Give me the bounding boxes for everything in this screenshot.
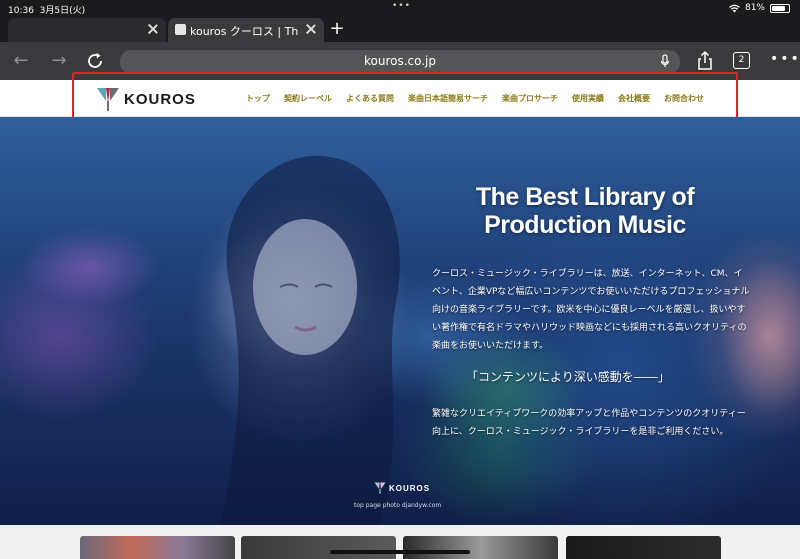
home-indicator — [330, 550, 470, 554]
hero-catchphrase: 「コンテンツにより深い感動を――」 — [466, 370, 670, 384]
hero-logo-text: KOUROS — [389, 483, 431, 493]
content-thumbnail[interactable] — [80, 536, 235, 559]
browser-toolbar: ← → kouros.co.jp 2 ••• — [0, 42, 800, 80]
nav-usage[interactable]: 使用実績 — [572, 93, 604, 104]
hero-logo: KOUROS — [374, 480, 430, 496]
close-tab-icon[interactable] — [146, 22, 160, 36]
nav-japanese-search[interactable]: 楽曲日本語簡易サーチ — [408, 93, 488, 104]
site-header: KOUROS トップ 契約レーベル よくある質問 楽曲日本語簡易サーチ 楽曲プロ… — [0, 80, 800, 117]
logo-text: KOUROS — [124, 90, 196, 108]
hero-description-2: 繁雑なクリエイティブワークの効率アップと作品やコンテンツのクオリティー向上に、ク… — [432, 409, 746, 437]
battery-icon — [770, 3, 790, 13]
nav-labels[interactable]: 契約レーベル — [284, 93, 332, 104]
microphone-icon[interactable] — [660, 54, 670, 70]
site-nav: トップ 契約レーベル よくある質問 楽曲日本語簡易サーチ 楽曲プロサーチ 使用実… — [246, 93, 704, 104]
nav-top[interactable]: トップ — [246, 93, 270, 104]
hero-section: The Best Library of Production Music クーロ… — [0, 117, 800, 525]
forward-arrow-icon[interactable]: → — [47, 50, 71, 72]
tab-title: kouros クーロス | The Best Library of Produc… — [190, 25, 298, 38]
kouros-favicon-icon — [175, 24, 186, 35]
nav-company[interactable]: 会社概要 — [618, 93, 650, 104]
nav-contact[interactable]: お問合わせ — [664, 93, 704, 104]
multitask-dots-icon[interactable]: ••• — [392, 1, 411, 11]
more-options-icon[interactable]: ••• — [770, 52, 800, 66]
content-thumbnail[interactable] — [241, 536, 396, 559]
smoke-decoration — [20, 227, 160, 307]
reload-icon[interactable] — [84, 50, 106, 72]
close-tab-icon[interactable] — [304, 22, 318, 36]
battery-percent: 81% — [744, 3, 765, 13]
hero-portrait — [220, 155, 400, 525]
back-arrow-icon[interactable]: ← — [9, 50, 33, 72]
tab-bar: kouros クーロス | The Best Library of Produc… — [0, 16, 800, 42]
tab-blank[interactable] — [8, 18, 166, 42]
new-tab-icon[interactable]: + — [328, 20, 346, 38]
share-icon[interactable] — [694, 50, 716, 72]
kouros-logo[interactable]: KOUROS — [96, 85, 196, 113]
kouros-logo-icon — [97, 88, 119, 111]
hero-title: The Best Library of Production Music — [475, 183, 695, 239]
wifi-icon — [729, 4, 740, 12]
hero-description: クーロス・ミュージック・ライブラリーは、放送、インターネット、CM、イベント、企… — [432, 269, 750, 351]
photo-credit: top page photo djandyw.com — [354, 502, 442, 509]
url-text: kouros.co.jp — [363, 54, 437, 68]
status-time: 10:36 3月5日(火) — [8, 6, 86, 16]
content-thumbnail[interactable] — [403, 536, 558, 559]
tab-count-button[interactable]: 2 — [733, 52, 750, 69]
kouros-logo-icon — [374, 482, 386, 494]
address-bar[interactable]: kouros.co.jp — [120, 50, 680, 74]
nav-faq[interactable]: よくある質問 — [346, 93, 394, 104]
status-bar: 10:36 3月5日(火) ••• 81% — [0, 0, 800, 16]
nav-pro-search[interactable]: 楽曲プロサーチ — [502, 93, 558, 104]
content-thumbnail[interactable] — [566, 536, 721, 559]
tab-kouros[interactable]: kouros クーロス | The Best Library of Produc… — [168, 18, 324, 42]
